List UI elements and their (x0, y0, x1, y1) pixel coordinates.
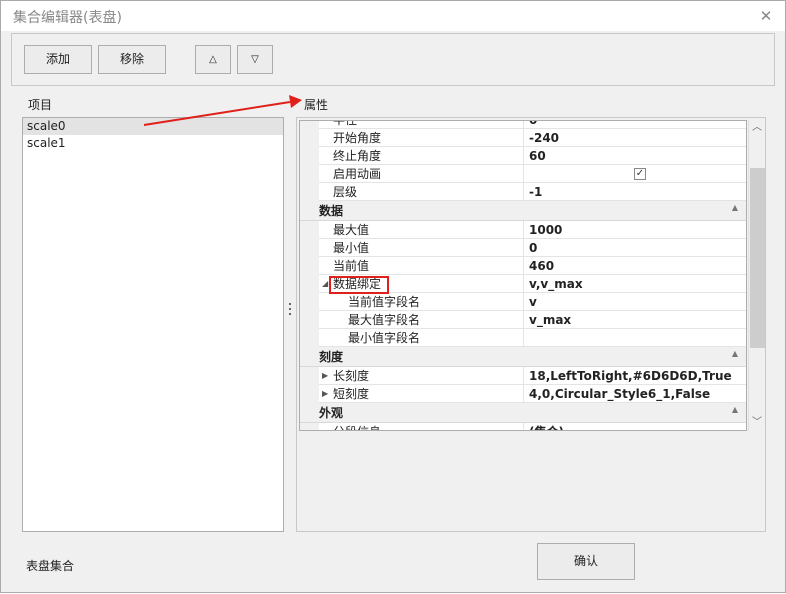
property-name: 开始角度 (300, 129, 524, 147)
property-value[interactable] (529, 329, 746, 347)
window-title: 集合编辑器(表盘) (13, 10, 122, 26)
list-item-scale0[interactable]: scale0 (23, 118, 283, 135)
vertical-scrollbar[interactable]: ︿ ﹀ (748, 120, 765, 431)
property-value[interactable]: 18,LeftToRight,#6D6D6D,True (529, 367, 746, 385)
category-name: 刻度 (319, 350, 344, 364)
property-row-short-tick[interactable]: ▶ 短刻度 4,0,Circular_Style6_1,False (300, 385, 746, 403)
property-value[interactable]: 0 (529, 239, 746, 257)
items-label: 项目 (28, 98, 53, 112)
property-row-enable-animation[interactable]: 启用动画 ✓ (300, 165, 746, 183)
collapse-icon[interactable]: ▲ (732, 349, 738, 358)
property-value[interactable]: 0 (529, 121, 746, 129)
property-row-current-value[interactable]: 当前值 460 (300, 257, 746, 275)
scroll-thumb[interactable] (750, 168, 765, 348)
property-row-current-field[interactable]: 当前值字段名 v (300, 293, 746, 311)
scroll-up-icon[interactable]: ︿ (749, 120, 765, 136)
category-name: 外观 (319, 406, 344, 420)
property-value[interactable]: -240 (529, 129, 746, 147)
property-value[interactable]: 460 (529, 257, 746, 275)
title-bar: 集合编辑器(表盘) ✕ (1, 1, 785, 31)
property-value[interactable]: 60 (529, 147, 746, 165)
property-row-segment-info[interactable]: 分段信息 (集合) (300, 423, 746, 430)
splitter-handle[interactable] (288, 303, 292, 319)
property-name: 终止角度 (300, 147, 524, 165)
property-value[interactable]: (集合) (529, 423, 746, 430)
remove-button[interactable]: 移除 (98, 45, 166, 74)
annotation-highlight-box (329, 276, 389, 294)
property-name: 长刻度 (300, 367, 524, 385)
property-row-end-angle[interactable]: 终止角度 60 (300, 147, 746, 165)
property-value[interactable]: ✓ (529, 165, 746, 183)
move-down-button[interactable]: ▽ (237, 45, 273, 74)
property-row-start-angle[interactable]: 开始角度 -240 (300, 129, 746, 147)
toolbar: 添加 移除 △ ▽ (11, 33, 775, 86)
category-name: 数据 (319, 204, 344, 218)
property-name: 当前值字段名 (300, 293, 524, 311)
property-value[interactable]: v,v_max (529, 275, 746, 293)
category-data[interactable]: 数据 ▲ (300, 201, 746, 221)
move-up-button[interactable]: △ (195, 45, 231, 74)
property-value[interactable]: 1000 (529, 221, 746, 239)
property-grid[interactable]: 半径 0 开始角度 -240 终止角度 60 启用动画 ✓ 层级 -1 数据 ▲… (299, 120, 747, 431)
properties-label: 属性 (304, 98, 329, 112)
collapse-icon[interactable]: ▲ (732, 405, 738, 414)
property-row-long-tick[interactable]: ▶ 长刻度 18,LeftToRight,#6D6D6D,True (300, 367, 746, 385)
property-row-level[interactable]: 层级 -1 (300, 183, 746, 201)
property-name: 最小值 (300, 239, 524, 257)
property-name: 最大值 (300, 221, 524, 239)
property-name: 半径 (300, 121, 524, 129)
property-row-max-field[interactable]: 最大值字段名 v_max (300, 311, 746, 329)
property-value[interactable]: v (529, 293, 746, 311)
scroll-down-icon[interactable]: ﹀ (749, 415, 765, 431)
property-value[interactable]: v_max (529, 311, 746, 329)
close-icon[interactable]: ✕ (755, 5, 777, 27)
confirm-button[interactable]: 确认 (537, 543, 635, 580)
property-value[interactable]: 4,0,Circular_Style6_1,False (529, 385, 746, 403)
collapse-icon[interactable]: ▲ (732, 203, 738, 212)
collection-editor-window: 集合编辑器(表盘) ✕ 添加 移除 △ ▽ 项目 属性 scale0 scale… (0, 0, 786, 593)
property-grid-panel: 半径 0 开始角度 -240 终止角度 60 启用动画 ✓ 层级 -1 数据 ▲… (296, 117, 766, 532)
property-row-min-value[interactable]: 最小值 0 (300, 239, 746, 257)
property-name: 最大值字段名 (300, 311, 524, 329)
add-button[interactable]: 添加 (24, 45, 92, 74)
property-name: 分段信息 (300, 423, 524, 430)
property-name: 短刻度 (300, 385, 524, 403)
property-name: 当前值 (300, 257, 524, 275)
property-value[interactable]: -1 (529, 183, 746, 201)
collection-label: 表盘集合 (26, 559, 75, 573)
property-name: 层级 (300, 183, 524, 201)
property-row-max-value[interactable]: 最大值 1000 (300, 221, 746, 239)
property-row-min-field[interactable]: 最小值字段名 (300, 329, 746, 347)
category-scale[interactable]: 刻度 ▲ (300, 347, 746, 367)
list-item-scale1[interactable]: scale1 (23, 135, 283, 152)
items-list[interactable]: scale0 scale1 (22, 117, 284, 532)
category-appearance[interactable]: 外观 ▲ (300, 403, 746, 423)
property-name: 最小值字段名 (300, 329, 524, 347)
enable-animation-checkbox[interactable]: ✓ (634, 168, 646, 180)
property-row-radius[interactable]: 半径 0 (300, 121, 746, 129)
property-name: 启用动画 (300, 165, 524, 183)
